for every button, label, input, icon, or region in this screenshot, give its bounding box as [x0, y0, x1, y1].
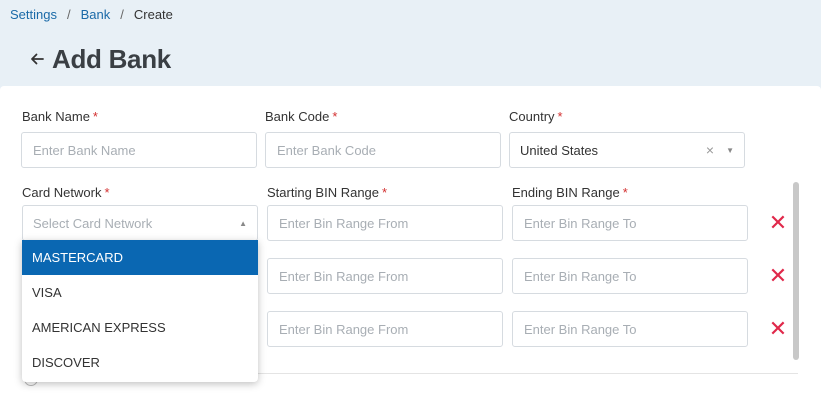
starting-bin-input[interactable]: [267, 205, 503, 241]
country-select[interactable]: United States × ▼: [509, 132, 745, 168]
arrow-left-icon[interactable]: [30, 50, 52, 70]
starting-bin-label: Starting BIN Range *: [267, 185, 387, 200]
ending-bin-input[interactable]: [512, 311, 748, 347]
delete-row-icon[interactable]: ✕: [768, 265, 788, 287]
required-marker: *: [382, 185, 388, 200]
bank-name-label-text: Bank Name: [22, 109, 90, 124]
starting-bin-label-text: Starting BIN Range: [267, 185, 380, 200]
bank-name-label: Bank Name *: [22, 109, 98, 124]
starting-bin-input[interactable]: [267, 258, 503, 294]
country-select-value: United States: [520, 142, 599, 158]
required-marker: *: [92, 109, 98, 124]
breadcrumb: Settings / Bank / Create: [10, 7, 173, 22]
required-marker: *: [622, 185, 628, 200]
dropdown-option-american-express[interactable]: AMERICAN EXPRESS: [22, 310, 258, 345]
required-marker: *: [332, 109, 338, 124]
country-label-text: Country: [509, 109, 555, 124]
card-network-dropdown: MASTERCARD VISA AMERICAN EXPRESS DISCOVE…: [22, 240, 258, 382]
ending-bin-input[interactable]: [512, 258, 748, 294]
breadcrumb-current: Create: [133, 7, 173, 22]
starting-bin-input[interactable]: [267, 311, 503, 347]
breadcrumb-bank-link[interactable]: Bank: [81, 7, 111, 22]
bank-code-label-text: Bank Code: [265, 109, 330, 124]
delete-row-icon[interactable]: ✕: [768, 318, 788, 340]
ending-bin-input[interactable]: [512, 205, 748, 241]
required-marker: *: [557, 109, 563, 124]
page-header: Add Bank: [30, 44, 171, 75]
page-title: Add Bank: [52, 44, 171, 74]
delete-row-icon[interactable]: ✕: [768, 212, 788, 234]
breadcrumb-separator: /: [120, 7, 124, 22]
card-network-placeholder: Select Card Network: [33, 215, 153, 231]
ending-bin-label: Ending BIN Range *: [512, 185, 628, 200]
card-network-label: Card Network *: [22, 185, 110, 200]
dropdown-option-discover[interactable]: DISCOVER: [22, 345, 258, 380]
clear-icon[interactable]: ×: [706, 142, 714, 158]
bank-code-input[interactable]: [265, 132, 501, 168]
country-label: Country *: [509, 109, 563, 124]
scrollbar[interactable]: [793, 182, 799, 360]
chevron-up-icon[interactable]: ▲: [239, 219, 247, 228]
dropdown-option-mastercard[interactable]: MASTERCARD: [22, 240, 258, 275]
breadcrumb-settings-link[interactable]: Settings: [10, 7, 57, 22]
dropdown-option-visa[interactable]: VISA: [22, 275, 258, 310]
card-network-label-text: Card Network: [22, 185, 102, 200]
breadcrumb-separator: /: [66, 7, 71, 22]
ending-bin-label-text: Ending BIN Range: [512, 185, 620, 200]
chevron-down-icon[interactable]: ▼: [726, 146, 734, 155]
required-marker: *: [104, 185, 110, 200]
bank-name-input[interactable]: [21, 132, 257, 168]
bank-code-label: Bank Code *: [265, 109, 337, 124]
card-network-select[interactable]: Select Card Network ▲: [22, 205, 258, 241]
